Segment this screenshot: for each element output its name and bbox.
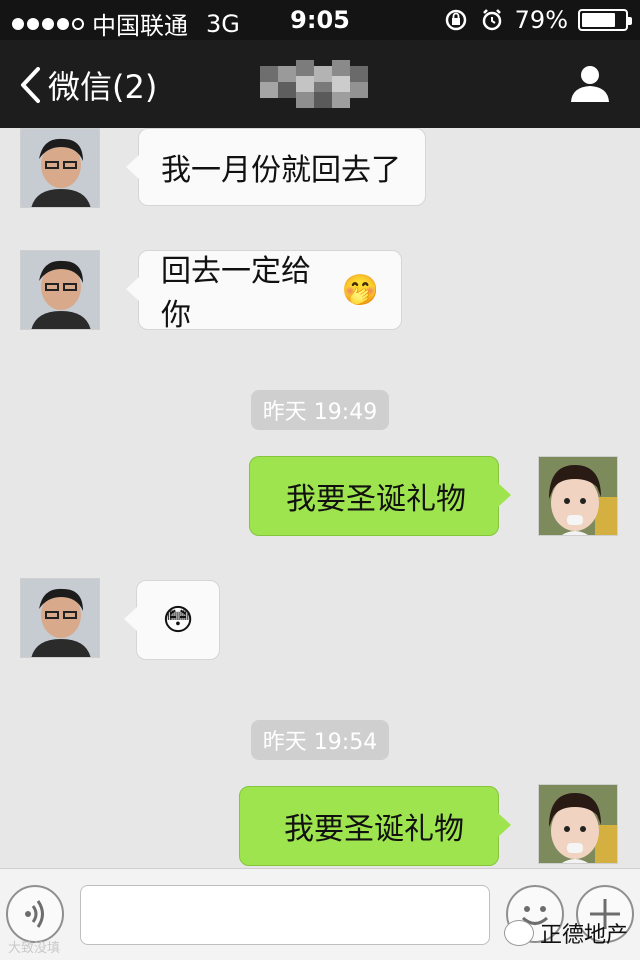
message-input[interactable] bbox=[80, 885, 490, 945]
my-avatar[interactable] bbox=[538, 784, 618, 864]
message-bubble-outgoing[interactable]: 我要圣诞礼物 bbox=[249, 456, 511, 536]
message-bubble-incoming[interactable]: 😳 bbox=[124, 580, 220, 660]
rotation-lock-icon bbox=[443, 7, 469, 33]
contact-info-button[interactable] bbox=[568, 64, 612, 104]
battery-icon bbox=[578, 9, 632, 31]
message-bubble-incoming[interactable]: 我一月份就回去了 bbox=[126, 128, 426, 206]
friend-avatar[interactable] bbox=[20, 578, 100, 658]
chat-area[interactable]: 我一月份就回去了 回去一定给你 🤭 昨天 19:49 我要圣诞礼物 😳 昨天 1… bbox=[0, 128, 640, 868]
watermark: 正德地产 bbox=[503, 917, 628, 949]
emoji-covering-mouth-icon: 🤭 bbox=[341, 272, 379, 308]
input-bar: 正德地产 大致没填 bbox=[0, 868, 640, 960]
emoji-shocked-icon: 😳 bbox=[162, 602, 194, 638]
voice-icon bbox=[25, 900, 44, 928]
chat-title-pixelated bbox=[260, 60, 370, 108]
battery-percent: 79% bbox=[514, 6, 568, 34]
message-text: 回去一定给你 bbox=[161, 254, 311, 333]
nav-bar: 微信(2) bbox=[0, 40, 640, 128]
back-button[interactable]: 微信(2) bbox=[18, 62, 157, 108]
message-timestamp: 昨天 19:49 bbox=[251, 390, 389, 430]
wechat-logo-icon bbox=[503, 920, 534, 946]
message-text: 我一月份就回去了 bbox=[161, 153, 401, 188]
status-right: 79% bbox=[443, 6, 632, 34]
person-icon bbox=[571, 66, 609, 102]
voice-button[interactable] bbox=[6, 885, 64, 943]
watermark-left: 大致没填 bbox=[8, 941, 61, 956]
friend-avatar[interactable] bbox=[20, 128, 100, 208]
back-label: 微信(2) bbox=[48, 68, 158, 106]
message-text: 我要圣诞礼物 bbox=[284, 812, 464, 847]
status-bar: 中国联通 3G 9:05 79% bbox=[0, 0, 640, 40]
alarm-icon bbox=[479, 7, 505, 33]
friend-avatar[interactable] bbox=[20, 250, 100, 330]
message-timestamp: 昨天 19:54 bbox=[251, 720, 389, 760]
my-avatar[interactable] bbox=[538, 456, 618, 536]
watermark-brand: 正德地产 bbox=[539, 923, 628, 948]
message-text: 我要圣诞礼物 bbox=[286, 482, 466, 517]
message-bubble-incoming[interactable]: 回去一定给你 🤭 bbox=[126, 250, 402, 333]
chevron-left-icon bbox=[21, 67, 40, 103]
message-bubble-outgoing[interactable]: 我要圣诞礼物 bbox=[239, 786, 511, 866]
